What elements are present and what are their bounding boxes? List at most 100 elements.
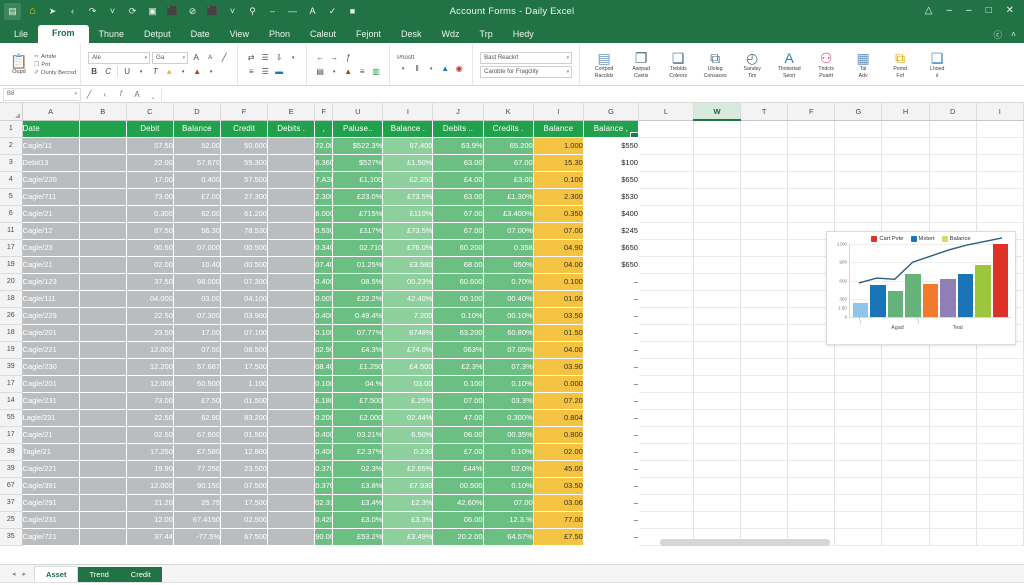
data-cell[interactable] <box>267 528 316 546</box>
data-cell[interactable]: Cagle/21 <box>22 426 80 444</box>
empty-cell[interactable] <box>693 290 742 308</box>
data-cell[interactable]: 67.500 <box>220 528 269 546</box>
data-cell[interactable]: 02.90 <box>314 341 334 359</box>
empty-cell[interactable] <box>834 205 883 223</box>
borders-icon[interactable]: ≡ <box>356 66 368 78</box>
data-cell[interactable]: 64.57% <box>483 528 534 546</box>
empty-cell[interactable] <box>740 154 789 172</box>
data-cell[interactable]: 6.000 <box>314 205 334 223</box>
insert-function-icon[interactable]: A <box>129 90 145 99</box>
data-cell[interactable] <box>79 205 127 223</box>
chevron-icon[interactable]: ˅ <box>224 3 241 20</box>
empty-cell[interactable] <box>929 171 977 189</box>
empty-cell[interactable] <box>693 443 742 461</box>
data-cell[interactable]: 65.200 <box>483 137 534 155</box>
empty-cell[interactable] <box>740 120 789 138</box>
minus-icon[interactable]: – <box>264 3 281 20</box>
data-cell[interactable]: 2.300 <box>533 188 584 206</box>
data-cell[interactable] <box>267 426 316 444</box>
table-row[interactable]: 17 Cagle/201 12.000 60.500 1.100 0.100 04.% 03.… <box>0 375 1024 393</box>
data-cell[interactable]: 42.60% <box>432 494 484 512</box>
align-top-icon[interactable]: ⇄ <box>245 52 257 64</box>
data-cell[interactable]: 78.530 <box>220 222 269 240</box>
data-cell[interactable]: £3.4% <box>332 494 384 512</box>
data-cell[interactable]: 01.500 <box>220 426 269 444</box>
data-cell[interactable]: 6.50% <box>382 426 434 444</box>
data-cell[interactable]: £2.000 <box>332 409 384 427</box>
data-cell[interactable]: £3.8% <box>332 477 384 495</box>
dropdown-icon[interactable]: ˅ <box>104 3 121 20</box>
empty-cell[interactable] <box>834 154 883 172</box>
row-header[interactable]: 6 <box>0 205 23 223</box>
data-cell[interactable] <box>267 171 316 189</box>
data-cell[interactable]: 08.500 <box>220 341 269 359</box>
redo-icon[interactable]: ↷ <box>84 3 101 20</box>
empty-cell[interactable] <box>787 120 836 138</box>
data-cell[interactable]: 07.50 <box>173 341 222 359</box>
empty-cell[interactable] <box>693 137 742 155</box>
table-adv-button[interactable]: ▦ Tal Adv <box>845 50 881 80</box>
data-cell[interactable]: £73.5% <box>382 222 434 240</box>
data-cell[interactable]: 0.804 <box>533 409 584 427</box>
ribbon-tab-from[interactable]: From <box>38 25 89 43</box>
data-cell[interactable]: 57.50 <box>126 137 174 155</box>
column-header-C-2[interactable]: C <box>126 103 174 121</box>
orientation-icon[interactable]: ⇩ <box>273 52 285 64</box>
data-cell[interactable]: £7.00 <box>173 188 222 206</box>
data-cell[interactable]: 7.200 <box>382 307 434 325</box>
data-cell[interactable] <box>267 290 316 308</box>
empty-cell[interactable] <box>834 443 883 461</box>
expand-formula-icon[interactable]: ‸ <box>145 90 161 99</box>
data-cell[interactable]: 73.00 <box>126 188 174 206</box>
empty-cell[interactable] <box>638 460 695 478</box>
data-cell[interactable]: 04.00 <box>533 341 584 359</box>
data-cell[interactable]: Debit13 <box>22 154 80 172</box>
empty-cell[interactable] <box>834 171 883 189</box>
column-header-T-15[interactable]: T <box>740 103 789 121</box>
column-title-cell[interactable]: Credit <box>220 120 269 138</box>
sheet-tab-credit[interactable]: Credit <box>119 567 162 582</box>
empty-cell[interactable] <box>881 375 930 393</box>
data-cell[interactable]: 07.000 <box>173 239 222 257</box>
data-cell[interactable]: 22.50 <box>126 409 174 427</box>
data-cell[interactable] <box>267 205 316 223</box>
data-cell[interactable]: 0.400 <box>173 171 222 189</box>
empty-cell[interactable] <box>976 358 1024 376</box>
data-cell[interactable]: 27.300 <box>220 188 269 206</box>
data-cell[interactable]: 0.005 <box>314 290 334 308</box>
empty-cell[interactable] <box>740 324 789 342</box>
data-cell[interactable]: 07.05% <box>483 341 534 359</box>
data-cell[interactable]: – <box>583 511 639 529</box>
column-header-I-8[interactable]: I <box>382 103 434 121</box>
empty-cell[interactable] <box>740 239 789 257</box>
empty-cell[interactable] <box>787 409 836 427</box>
data-cell[interactable] <box>267 307 316 325</box>
empty-cell[interactable] <box>740 443 789 461</box>
data-cell[interactable]: 08.5% <box>332 273 384 291</box>
empty-cell[interactable] <box>740 409 789 427</box>
data-cell[interactable]: Lagle/231 <box>22 409 80 427</box>
empty-cell[interactable] <box>976 494 1024 512</box>
empty-cell[interactable] <box>693 120 742 138</box>
data-cell[interactable] <box>79 273 127 291</box>
row-header[interactable]: 39 <box>0 443 23 461</box>
column-header-A-0[interactable]: A <box>22 103 80 121</box>
data-cell[interactable]: Tagle/21 <box>22 443 80 461</box>
empty-cell[interactable] <box>881 528 930 546</box>
data-cell[interactable]: 1.000 <box>533 137 584 155</box>
data-cell[interactable]: 00.500 <box>432 477 484 495</box>
data-cell[interactable]: Cagle/221 <box>22 460 80 478</box>
empty-cell[interactable] <box>976 409 1024 427</box>
data-cell[interactable]: 0.100 <box>432 375 484 393</box>
data-cell[interactable]: Cagle/221 <box>22 341 80 359</box>
data-cell[interactable] <box>79 460 127 478</box>
data-cell[interactable]: Cagle/123 <box>22 273 80 291</box>
data-cell[interactable] <box>267 477 316 495</box>
column-header-I-20[interactable]: I <box>976 103 1024 121</box>
data-cell[interactable]: 77.00 <box>533 511 584 529</box>
data-cell[interactable]: £76.0% <box>382 239 434 257</box>
empty-cell[interactable] <box>638 358 695 376</box>
empty-cell[interactable] <box>693 426 742 444</box>
data-cell[interactable]: 02.710 <box>332 239 384 257</box>
data-cell[interactable]: $100 <box>583 154 639 172</box>
